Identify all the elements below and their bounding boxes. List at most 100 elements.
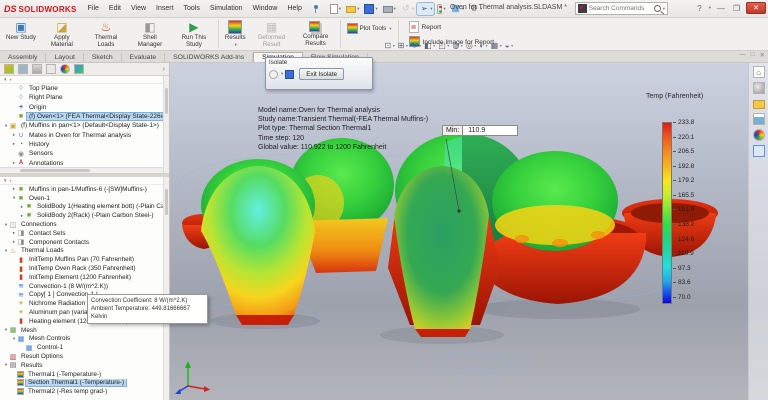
study-item-contact-sets[interactable]: ▸Contact Sets [0,229,169,238]
menu-help[interactable]: Help [282,3,306,14]
edit-appearance-icon[interactable]: ◐ [478,41,486,50]
vertical-scrollbar[interactable] [163,76,169,173]
study-item-solidbody-2-rack-plain-carbon-steel[interactable]: ▸SolidBody 2(Rack) (-Plain Carbon Steel-… [0,211,169,220]
select-button[interactable]: ▾ [417,3,434,15]
dropdown-caret-icon[interactable]: ▾ [433,43,435,48]
view-orientation-icon[interactable]: ◰ [437,41,448,50]
dropdown-caret-icon[interactable]: ▾ [430,6,432,12]
close-button[interactable]: ✕ [746,2,766,14]
dropdown-caret-icon[interactable]: ▾ [461,43,463,48]
exit-isolate-button[interactable]: Exit Isolate [299,68,344,80]
display-style-icon[interactable]: ◍ [451,41,461,50]
search-caret-icon[interactable]: ▾ [663,6,665,12]
study-item-thermal-loads[interactable]: ▾Thermal Loads [0,247,169,256]
simulation-manager-tab[interactable] [74,64,84,74]
section-view-icon[interactable]: ◧ [423,41,434,50]
feature-manager-tab[interactable] [4,64,14,74]
display-manager-tab[interactable] [60,64,70,74]
undo-button[interactable]: ▾ [399,3,416,15]
dropdown-caret-icon[interactable]: ▾ [500,43,502,48]
menu-window[interactable]: Window [248,3,283,14]
dropdown-caret-icon[interactable]: ▾ [393,43,395,48]
tab-solidworks-add-ins[interactable]: SOLIDWORKS Add-Ins [165,53,253,62]
doc-restore-button[interactable]: □ [751,51,755,59]
print-button[interactable]: ▾ [381,3,398,14]
menu-insert[interactable]: Insert [151,3,179,14]
vertical-scrollbar[interactable] [163,177,169,400]
dropdown-caret-icon[interactable]: ▾ [235,42,237,48]
apply-scene-icon[interactable]: ▦ [489,41,500,50]
ribbon-compare-results[interactable]: Compare Results [294,18,338,50]
dropdown-caret-icon[interactable]: ▾ [389,26,391,32]
dropdown-caret-icon[interactable]: ▾ [486,43,488,48]
study-item-muffins-in-pan-1-muffins-6-sw-muffins[interactable]: ▸Muffins in pan-1/Muffins-6 (-[SW]Muffin… [0,185,169,194]
muffin-right[interactable] [492,151,618,251]
dropdown-caret-icon[interactable]: ▾ [339,6,341,12]
horizontal-scrollbar[interactable] [0,167,163,173]
ribbon-new-study[interactable]: New Study [2,18,40,50]
save-isolate-icon[interactable] [285,70,294,79]
study-item-mesh-controls[interactable]: ▾Mesh Controls [0,335,169,344]
help-caret-icon[interactable]: ▾ [709,5,711,11]
feature-item-top-plane[interactable]: Top Plane [0,84,169,93]
dropdown-caret-icon[interactable]: ▾ [357,6,359,12]
study-item-convection-1-8-w-m-2-k[interactable]: Convection-1 (8 W/(m^2.K)) [0,282,169,291]
ribbon-shell-manager[interactable]: Shell Manager [128,18,172,50]
graphics-area[interactable]: Model name:Oven for Thermal analysisStud… [170,63,768,400]
minimize-button[interactable]: — [715,4,727,13]
new-button[interactable]: ▾ [328,3,343,15]
dropdown-caret-icon[interactable]: ▾ [406,43,408,48]
search-commands[interactable]: ▾ [575,2,668,15]
dropdown-caret-icon[interactable]: ▾ [443,6,445,12]
restore-button[interactable]: ❐ [731,4,742,13]
previous-view-icon[interactable]: ↻ [409,41,419,50]
study-item-oven-1[interactable]: ▾Oven-1 [0,194,169,203]
feature-item-origin[interactable]: Origin [0,103,169,112]
feature-item-f-oven-1-fea-thermal-display-state-226[interactable]: (f) Oven<1> (FEA Thermal<Display State-2… [0,112,169,121]
tab-evaluate[interactable]: Evaluate [122,53,165,62]
study-item-section-thermal1-temperature[interactable]: Section Thermal1 (-Temperature-) [0,379,169,388]
view-settings-icon[interactable]: ◒ [503,41,511,50]
help-button[interactable]: ? [695,4,703,13]
appearances-icon[interactable] [753,129,765,141]
muffin-front-left-cut[interactable] [201,159,315,325]
study-item-results[interactable]: ▾Results [0,361,169,370]
study-item-mesh[interactable]: ▾Mesh [0,326,169,335]
study-item-inittemp-oven-rack-350-fahrenheit[interactable]: InitTemp Oven Rack (350 Fahrenheit) [0,264,169,273]
study-item-inittemp-element-1200-fahrenheit[interactable]: InitTemp Element (1200 Fahrenheit) [0,273,169,282]
feature-item-f-muffins-in-pan-1-default-display-state-1[interactable]: ▾(f) Muffins in pan<1> (Default<Display … [0,121,169,130]
doc-minimize-button[interactable]: — [739,51,746,59]
open-button[interactable]: ▾ [344,3,361,14]
ribbon-apply-material[interactable]: Apply Material [40,18,84,50]
transparency-caret-icon[interactable]: ▾ [281,71,283,77]
dropdown-caret-icon[interactable]: ▾ [419,43,421,48]
dropdown-caret-icon[interactable]: ▾ [511,43,513,48]
ribbon-results[interactable]: Results▾ [221,18,250,50]
search-icon[interactable] [654,5,661,12]
study-item-inittemp-muffins-pan-70-fahrenheit[interactable]: InitTemp Muffins Pan (70 Fahrenheit) [0,255,169,264]
dimxpert-manager-tab[interactable] [46,64,56,74]
tab-sketch[interactable]: Sketch [84,53,122,62]
dropdown-caret-icon[interactable]: ▾ [474,43,476,48]
save-button[interactable]: ▾ [362,3,379,15]
study-item-solidbody-1-heating-element-bott-plain-carbon-steel[interactable]: ▸SolidBody 1(Heating element bott) (-Pla… [0,203,169,212]
feature-item-mates-in-oven-for-thermal-analysis[interactable]: ▸Mates in Oven for Thermal analysis [0,130,169,139]
study-item-component-contacts[interactable]: ▸Component Contacts [0,238,169,247]
configuration-manager-tab[interactable] [32,64,42,74]
feature-item-sensors[interactable]: Sensors [0,149,169,158]
ribbon-thermal-loads[interactable]: Thermal Loads▾ [84,18,128,50]
tab-assembly[interactable]: Assembly [0,53,46,62]
study-item-thermal1-temperature[interactable]: Thermal1 (-Temperature-) [0,370,169,379]
menu-view[interactable]: View [126,3,151,14]
search-input[interactable] [589,5,653,12]
study-item-connections[interactable]: ▾Connections [0,220,169,229]
menu-simulation[interactable]: Simulation [205,3,248,14]
zoom-to-area-icon[interactable]: ⊞ [396,41,406,50]
property-manager-tab[interactable] [18,64,28,74]
dropdown-caret-icon[interactable]: ▾ [412,6,414,12]
hide-show-items-icon[interactable]: ◎ [464,41,474,50]
study-item-result-options[interactable]: Result Options [0,352,169,361]
tab-layout[interactable]: Layout [46,53,83,62]
menu-edit[interactable]: Edit [104,3,126,14]
zoom-to-fit-icon[interactable]: ⊡ [383,41,393,50]
